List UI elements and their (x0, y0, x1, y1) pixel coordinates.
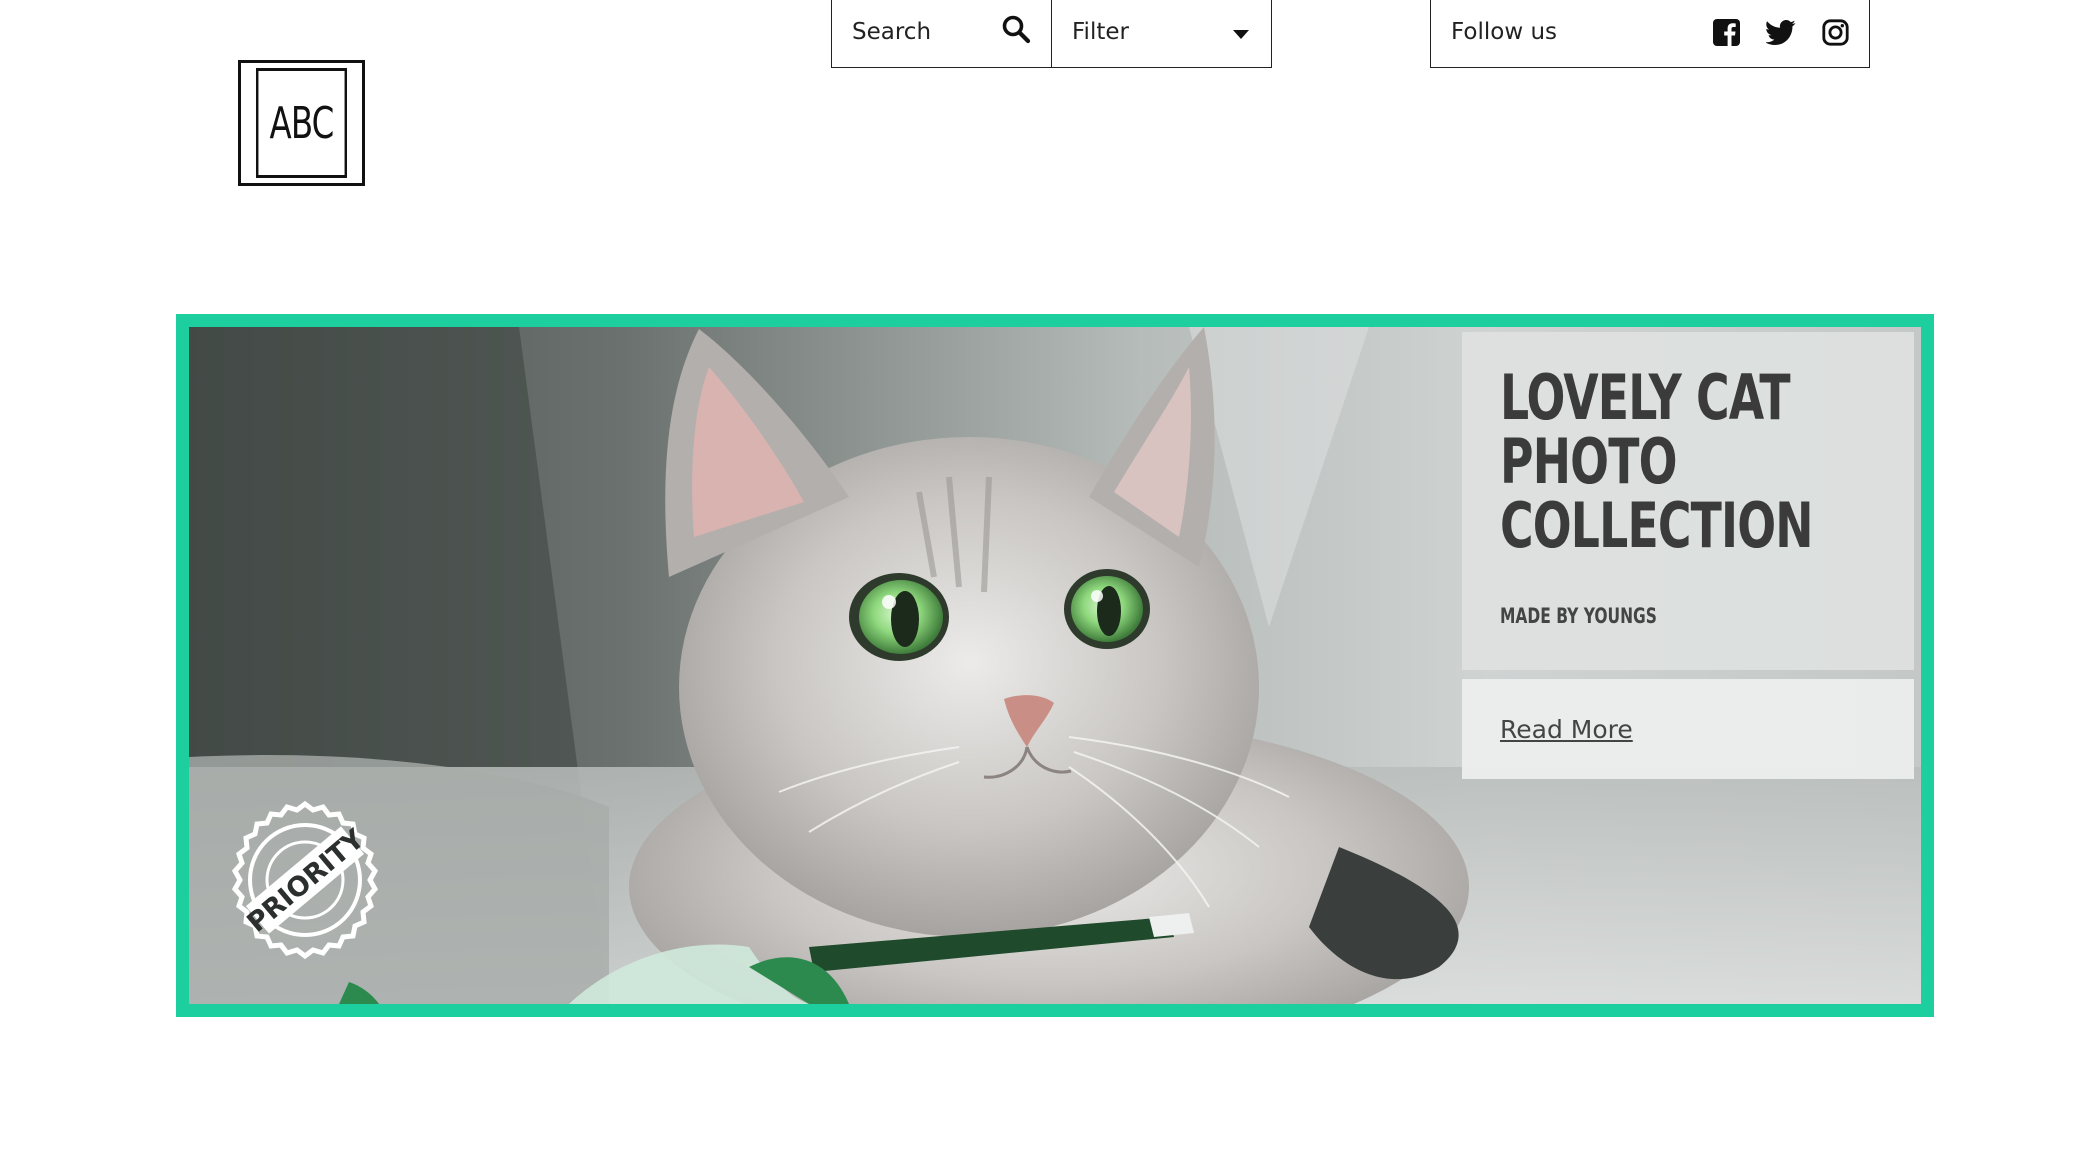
read-more-link[interactable]: Read More (1500, 715, 1633, 744)
priority-stamp-icon: PRIORITY (231, 800, 379, 960)
read-more-card: Read More (1462, 679, 1914, 779)
filter-label: Filter (1072, 19, 1129, 45)
search-box[interactable]: Search (831, 0, 1052, 68)
follow-us-label: Follow us (1451, 19, 1558, 45)
page: ABC Search Filter Follow us PRIORITY LOV… (0, 0, 2091, 1163)
hero-title: LOVELY CAT PHOTO COLLECTION (1500, 361, 1814, 562)
search-icon[interactable] (1001, 14, 1031, 50)
filter-dropdown[interactable]: Filter (1052, 0, 1272, 68)
search-label: Search (852, 19, 932, 45)
instagram-icon[interactable] (1822, 18, 1849, 46)
hero-info-card: LOVELY CAT PHOTO COLLECTION MADE BY YOUN… (1462, 332, 1914, 670)
twitter-icon[interactable] (1766, 19, 1796, 45)
logo-text: ABC (255, 68, 348, 178)
social-links (1713, 18, 1849, 46)
follow-us-box: Follow us (1430, 0, 1870, 68)
caret-down-icon (1233, 29, 1249, 39)
site-logo[interactable]: ABC (238, 60, 365, 186)
facebook-icon[interactable] (1713, 18, 1740, 46)
hero-banner[interactable]: PRIORITY LOVELY CAT PHOTO COLLECTION MAD… (176, 314, 1934, 1017)
hero-subtitle: MADE BY YOUNGS (1500, 604, 1657, 628)
